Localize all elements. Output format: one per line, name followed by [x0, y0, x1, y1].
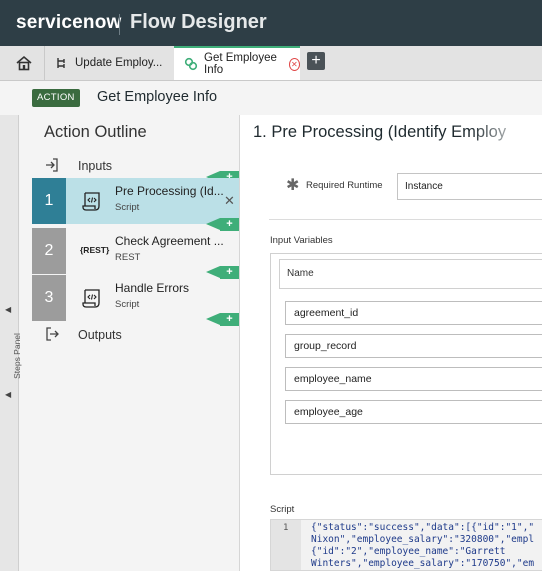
delete-step-icon[interactable]: ✕ — [224, 193, 235, 209]
action-header: ACTION Get Employee Info — [0, 81, 542, 115]
step-editor: 1. Pre Processing (Identify Employ ✱ Req… — [239, 115, 542, 571]
step-type: REST — [115, 252, 141, 263]
outline-outputs[interactable]: Outputs — [32, 322, 239, 348]
tab-get-employee-info[interactable]: Get Employee Info ✕ — [174, 46, 300, 80]
header-divider — [119, 14, 120, 35]
home-icon[interactable] — [14, 54, 34, 72]
line-number: 1 — [283, 523, 289, 533]
script-icon — [80, 286, 104, 310]
action-badge: ACTION — [32, 89, 80, 107]
tab-bar: Update Employ... Get Employee Info ✕ + — [0, 46, 542, 81]
servicenow-logo[interactable]: servicenow — [16, 12, 122, 34]
product-title: Flow Designer — [130, 11, 267, 33]
step-number: 2 — [32, 228, 66, 274]
step-type: Script — [115, 299, 140, 310]
input-variables-label: Input Variables — [270, 235, 333, 246]
step-name: Handle Errors — [115, 281, 190, 295]
action-icon — [184, 57, 198, 71]
collapse-left-icon[interactable]: ◀ — [5, 305, 11, 314]
step-number: 1 — [32, 178, 66, 224]
required-runtime-section: ✱ Required Runtime Instance — [269, 159, 542, 220]
step-editor-title: 1. Pre Processing (Identify Employ — [253, 123, 507, 141]
tab-update-employee[interactable]: Update Employ... — [44, 46, 174, 80]
name-column-header: Name — [279, 259, 542, 289]
required-runtime-label: Required Runtime — [306, 180, 383, 191]
step-name: Check Agreement ... — [115, 234, 224, 248]
expand-left-icon[interactable]: ◀ — [5, 390, 11, 399]
close-tab-icon[interactable]: ✕ — [288, 57, 300, 71]
inputs-icon — [44, 157, 60, 176]
variable-field-group-record[interactable]: group_record — [285, 334, 542, 358]
script-icon — [80, 189, 104, 213]
variable-field-agreement-id[interactable]: agreement_id — [285, 301, 542, 325]
title-fade — [470, 119, 542, 149]
add-tab-button[interactable]: + — [307, 52, 325, 70]
step-name: Pre Processing (Id... — [115, 184, 224, 198]
flow-designer-app: servicenow Flow Designer Update Employ..… — [0, 0, 542, 571]
tab-label: Update Employ... — [75, 57, 163, 69]
code-line: {"status":"success","data":[{"id":"1"," — [311, 522, 535, 533]
code-line: Nixon","employee_salary":"320800","empl — [311, 534, 535, 545]
steps-panel-rail[interactable]: ◀ Steps Panel ◀ — [0, 115, 22, 571]
flow-icon — [55, 56, 69, 70]
script-editor[interactable]: 1 {"status":"success","data":[{"id":"1",… — [270, 519, 542, 571]
code-line: Winters","employee_salary":"170750","em — [311, 558, 535, 569]
outputs-icon — [44, 326, 60, 345]
rest-icon: {REST} — [80, 245, 110, 255]
script-label: Script — [270, 504, 295, 515]
required-runtime-select[interactable]: Instance — [397, 173, 542, 200]
steps-panel-label[interactable]: Steps Panel — [12, 333, 22, 379]
top-header-bar: servicenow Flow Designer — [0, 0, 542, 46]
outline-title: Action Outline — [44, 123, 147, 141]
outputs-label: Outputs — [78, 328, 122, 342]
line-number-gutter: 1 — [271, 520, 301, 570]
code-line: {"id":"2","employee_name":"Garrett — [311, 546, 506, 557]
input-variables-box: Name agreement_id group_record employee_… — [270, 253, 542, 475]
required-asterisk-icon: ✱ — [286, 177, 300, 194]
step-number: 3 — [32, 275, 66, 321]
action-outline-panel: Action Outline Inputs + 1 Pre Processing… — [32, 115, 239, 571]
step-type: Script — [115, 202, 140, 213]
variable-field-employee-age[interactable]: employee_age — [285, 400, 542, 424]
inputs-label: Inputs — [78, 159, 113, 173]
action-title: Get Employee Info — [97, 89, 218, 105]
variable-field-employee-name[interactable]: employee_name — [285, 367, 542, 391]
tab-label: Get Employee Info — [204, 52, 277, 76]
